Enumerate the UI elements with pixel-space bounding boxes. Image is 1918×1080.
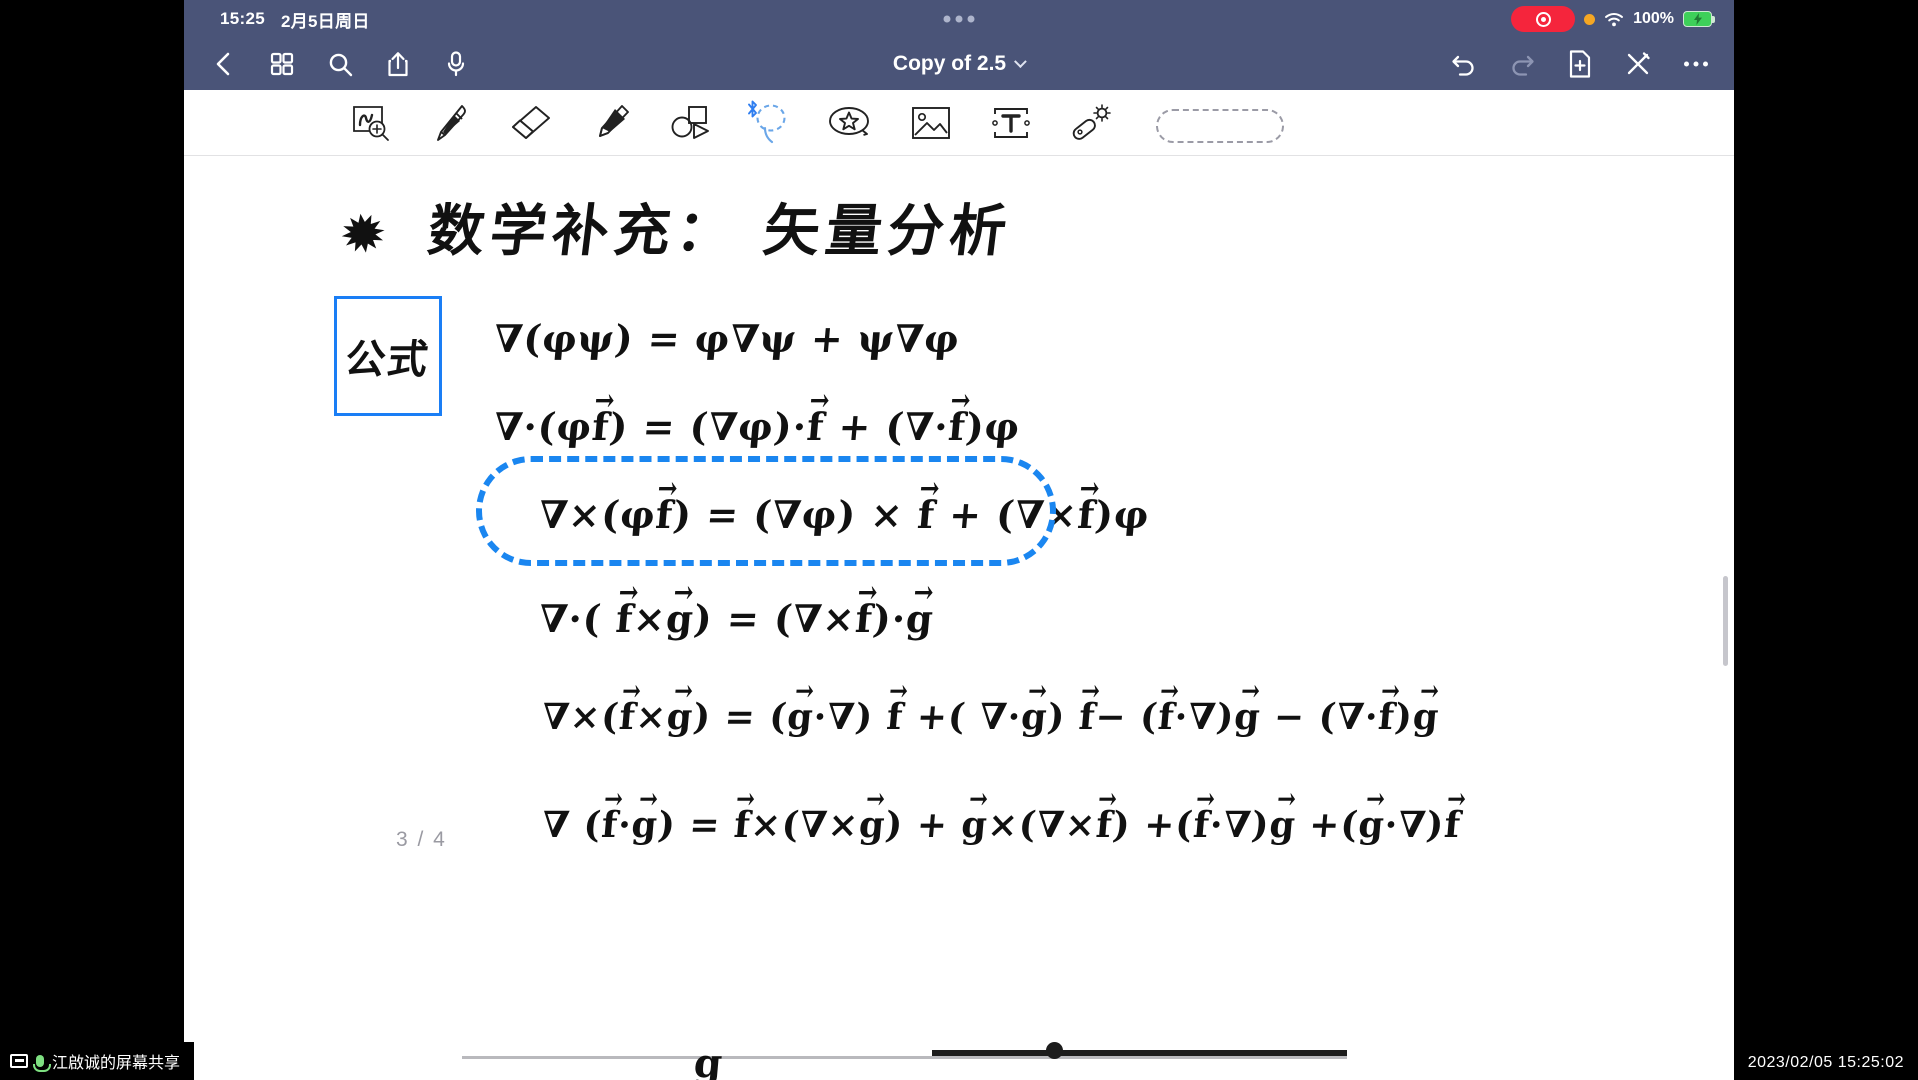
sticker-tool[interactable] xyxy=(824,98,878,148)
tablet-viewport: 15:25 2月5日周日 100% Copy of 2.5 ✹ 数学补充： 矢量… xyxy=(184,0,1734,1080)
highlighter-tool[interactable] xyxy=(584,98,638,148)
recording-indicator-icon xyxy=(1511,6,1576,32)
dot-icon xyxy=(943,15,951,23)
back-chevron-icon[interactable] xyxy=(208,48,240,80)
vertical-scrollbar[interactable] xyxy=(1723,576,1728,666)
bluetooth-icon xyxy=(746,100,759,121)
formula-label-box: 公式 xyxy=(334,296,442,416)
drawing-toolbar xyxy=(184,90,1734,156)
app-title-bar: Copy of 2.5 xyxy=(184,38,1734,90)
tool-options-placeholder[interactable] xyxy=(1156,109,1284,143)
screen-capture: 15:25 2月5日周日 100% Copy of 2.5 ✹ 数学补充： 矢量… xyxy=(0,0,1918,1080)
close-pen-icon[interactable] xyxy=(1622,48,1654,80)
battery-charging-icon xyxy=(1683,11,1715,27)
formula-label-text: 公式 xyxy=(342,336,433,383)
document-title-button[interactable]: Copy of 2.5 xyxy=(892,52,1027,76)
share-icon[interactable] xyxy=(382,48,414,80)
capture-timestamp: 2023/02/05 15:25:02 xyxy=(1747,1054,1904,1071)
equation-row-selected: ∇×(φf) = (∇φ) × f + (∇×f)φ xyxy=(537,492,1151,537)
microphone-active-icon xyxy=(33,1055,51,1072)
status-bar: 15:25 2月5日周日 100% xyxy=(184,0,1734,38)
more-options-icon[interactable] xyxy=(1680,48,1712,80)
ink-stroke xyxy=(932,1050,1347,1056)
equation-row: ∇·( f×g) = (∇×f)·g xyxy=(537,596,936,641)
note-canvas[interactable]: ✹ 数学补充： 矢量分析 公式 ∇(φψ) = φ∇ψ + ψ∇φ ∇·(φf)… xyxy=(184,156,1734,1080)
orange-privacy-dot-icon xyxy=(1584,13,1596,25)
battery-percent-label: 100% xyxy=(1633,10,1674,27)
canvas-heading: ✹ 数学补充： 矢量分析 xyxy=(339,186,1016,267)
title-bar-right-actions xyxy=(1448,48,1712,80)
wifi-icon xyxy=(1605,12,1624,26)
grid-view-icon[interactable] xyxy=(266,48,298,80)
equation-row: ∇·(φf) = (∇φ)·f + (∇·f)φ xyxy=(492,404,1022,449)
chevron-down-icon[interactable] xyxy=(1014,54,1027,68)
text-box-tool[interactable] xyxy=(984,98,1038,148)
star-mark-icon: ✹ xyxy=(338,204,389,264)
dot-icon xyxy=(967,15,975,23)
lasso-select-tool[interactable] xyxy=(744,98,798,148)
pen-tool[interactable] xyxy=(424,98,478,148)
status-bar-left: 15:25 2月5日周日 xyxy=(184,7,370,32)
status-time: 15:25 xyxy=(220,9,265,28)
redo-icon[interactable] xyxy=(1506,48,1538,80)
tool-list xyxy=(344,98,1118,148)
eraser-tool[interactable] xyxy=(504,98,558,148)
ink-stroke xyxy=(462,1056,1347,1059)
status-bar-right: 100% xyxy=(1511,0,1715,38)
partial-ink-text: g xyxy=(691,1040,725,1080)
dot-icon xyxy=(955,15,963,23)
search-icon[interactable] xyxy=(324,48,356,80)
equation-row: ∇×(f×g) = (g·∇) f +( ∇·g) f− (f·∇)g − (∇… xyxy=(540,696,1441,738)
screen-share-label: 江啟诚的屏幕共享 xyxy=(52,1055,181,1072)
microphone-icon[interactable] xyxy=(440,48,472,80)
ink-stroke xyxy=(1046,1042,1063,1059)
zoom-write-tool[interactable] xyxy=(344,98,398,148)
title-bar-left-actions xyxy=(184,48,472,80)
shapes-tool[interactable] xyxy=(664,98,718,148)
image-tool[interactable] xyxy=(904,98,958,148)
equation-row: ∇ (f·g) = f×(∇×g) + g×(∇×f) +(f·∇)g +(g·… xyxy=(540,804,1463,846)
equation-row: ∇(φψ) = φ∇ψ + ψ∇φ xyxy=(492,316,962,361)
canvas-heading-text: 数学补充： 矢量分析 xyxy=(423,198,1016,264)
status-date: 2月5日周日 xyxy=(280,11,370,31)
add-page-icon[interactable] xyxy=(1564,48,1596,80)
dynamic-island-dots xyxy=(943,15,975,23)
magic-wand-tool[interactable] xyxy=(1064,98,1118,148)
monitor-icon xyxy=(10,1054,28,1068)
undo-icon[interactable] xyxy=(1448,48,1480,80)
page-indicator: 3 / 4 xyxy=(396,828,447,851)
document-title: Copy of 2.5 xyxy=(892,52,1007,75)
screen-share-banner: 江啟诚的屏幕共享 xyxy=(0,1042,195,1080)
